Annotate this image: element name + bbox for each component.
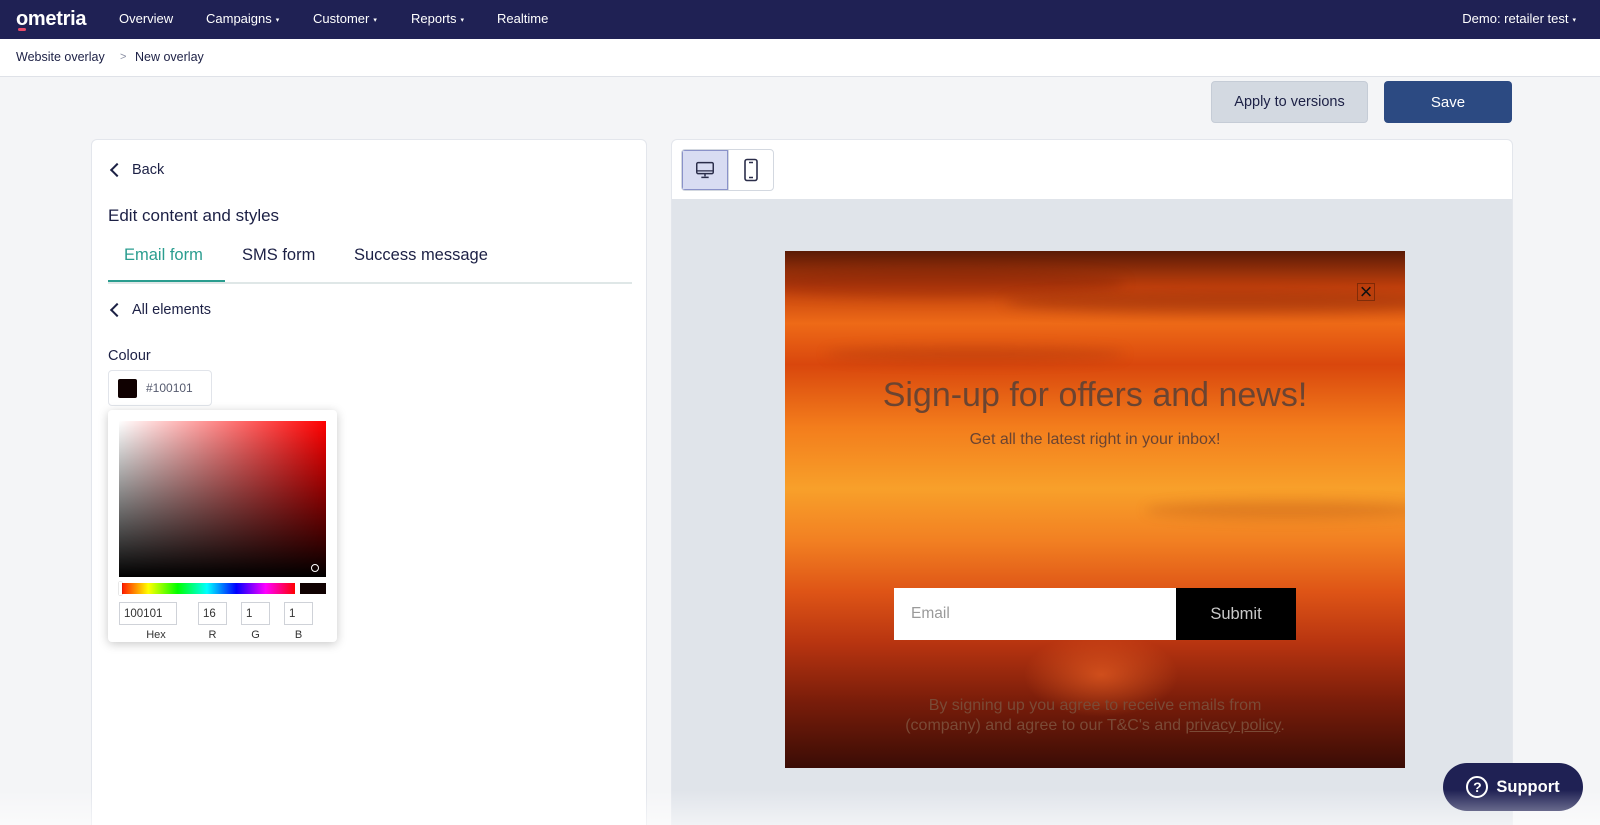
terms-line-2: (company) and agree to our T&C's and pri… [785,716,1405,736]
tab-sms-form[interactable]: SMS form [242,246,315,265]
privacy-policy-link[interactable]: privacy policy [1185,717,1280,734]
tab-email-form[interactable]: Email form [124,246,203,265]
tab-success-message[interactable]: Success message [354,246,488,265]
nav-item-overview[interactable]: Overview [119,11,173,26]
cloud-streak [785,269,1125,297]
help-icon: ? [1466,776,1489,798]
nav-item-label: Overview [119,11,174,26]
chevron-left-icon [109,162,125,178]
hue-handle[interactable] [119,582,122,595]
terms-line-2-prefix: (company) and agree to our T&C's and [905,717,1186,734]
all-elements-label: All elements [132,302,211,318]
terms-suffix: . [1280,717,1285,734]
support-button[interactable]: ? Support [1443,763,1583,811]
panel-title: Edit content and styles [108,206,280,225]
nav-item-customer[interactable]: Customer ▾ [313,11,377,26]
nav-item-label: Customer [313,11,370,26]
overlay-title[interactable]: Sign-up for offers and news! [785,376,1405,415]
mobile-view-button[interactable] [727,150,774,190]
chevron-left-icon [109,302,125,318]
cloud-streak [1145,501,1405,519]
device-toggle [681,149,774,191]
form-tabs: Email form SMS form Success message [108,240,632,284]
logo-accent [18,28,26,31]
colour-picker: Hex R G B [108,410,337,642]
back-label: Back [132,162,165,178]
nav-item-reports[interactable]: Reports ▾ [411,11,464,26]
account-switcher[interactable]: Demo: retailer test ▾ [1462,11,1576,26]
colour-value: #100101 [146,381,193,395]
saturation-handle[interactable] [311,564,319,572]
breadcrumb-new-overlay: New overlay [135,50,204,64]
back-button[interactable]: Back [108,162,164,178]
saturation-area[interactable] [119,421,326,577]
colour-label: Colour [108,348,151,364]
save-button[interactable]: Save [1384,81,1512,123]
caret-down-icon: ▾ [1572,16,1576,24]
desktop-icon [695,161,714,179]
colour-field[interactable]: #100101 [108,370,212,406]
cloud-streak [1005,291,1405,313]
terms-line-1: By signing up you agree to receive email… [928,697,1262,714]
breadcrumb-separator: > [120,51,127,63]
colour-swatch[interactable] [118,378,137,398]
top-navigation: ometria Overview Campaigns ▾ Customer ▾ … [0,0,1600,39]
cloud-streak [825,346,1125,362]
terms-text[interactable]: By signing up you agree to receive email… [785,696,1405,736]
hex-label: Hex [146,629,166,641]
green-input[interactable] [241,602,270,625]
breadcrumb-website-overlay[interactable]: Website overlay [16,50,105,64]
blue-label: B [294,629,303,641]
close-icon[interactable]: × [1357,281,1375,303]
breadcrumb: Website overlay > New overlay [0,39,1600,77]
submit-button[interactable]: Submit [1176,588,1296,640]
caret-down-icon: ▾ [275,16,280,24]
all-elements-button[interactable]: All elements [108,302,211,318]
nav-item-label: Realtime [497,11,549,26]
caret-down-icon: ▾ [460,16,465,24]
mobile-icon [743,158,758,182]
editor-panel: Back Edit content and styles Email form … [91,139,647,825]
ometria-logo[interactable]: ometria [16,8,86,31]
colour-preview [300,583,326,594]
red-label: R [208,629,217,641]
account-name: Demo: retailer test [1462,11,1569,26]
support-label: Support [1496,777,1560,796]
active-tab-indicator [108,280,225,282]
overlay-subtitle[interactable]: Get all the latest right in your inbox! [785,431,1405,449]
green-label: G [251,629,260,641]
hex-input[interactable] [119,602,177,625]
red-input[interactable] [198,602,227,625]
nav-item-label: Reports [411,11,457,26]
desktop-view-button[interactable] [682,150,728,190]
nav-item-label: Campaigns [206,11,272,26]
email-input[interactable] [894,588,1176,640]
blue-input[interactable] [284,602,313,625]
overlay-popup[interactable]: × Sign-up for offers and news! Get all t… [785,251,1405,768]
nav-item-realtime[interactable]: Realtime [497,11,548,26]
hue-slider[interactable] [119,583,295,594]
nav-item-campaigns[interactable]: Campaigns ▾ [206,11,279,26]
caret-down-icon: ▾ [373,16,377,24]
apply-to-versions-button[interactable]: Apply to versions [1211,81,1368,123]
